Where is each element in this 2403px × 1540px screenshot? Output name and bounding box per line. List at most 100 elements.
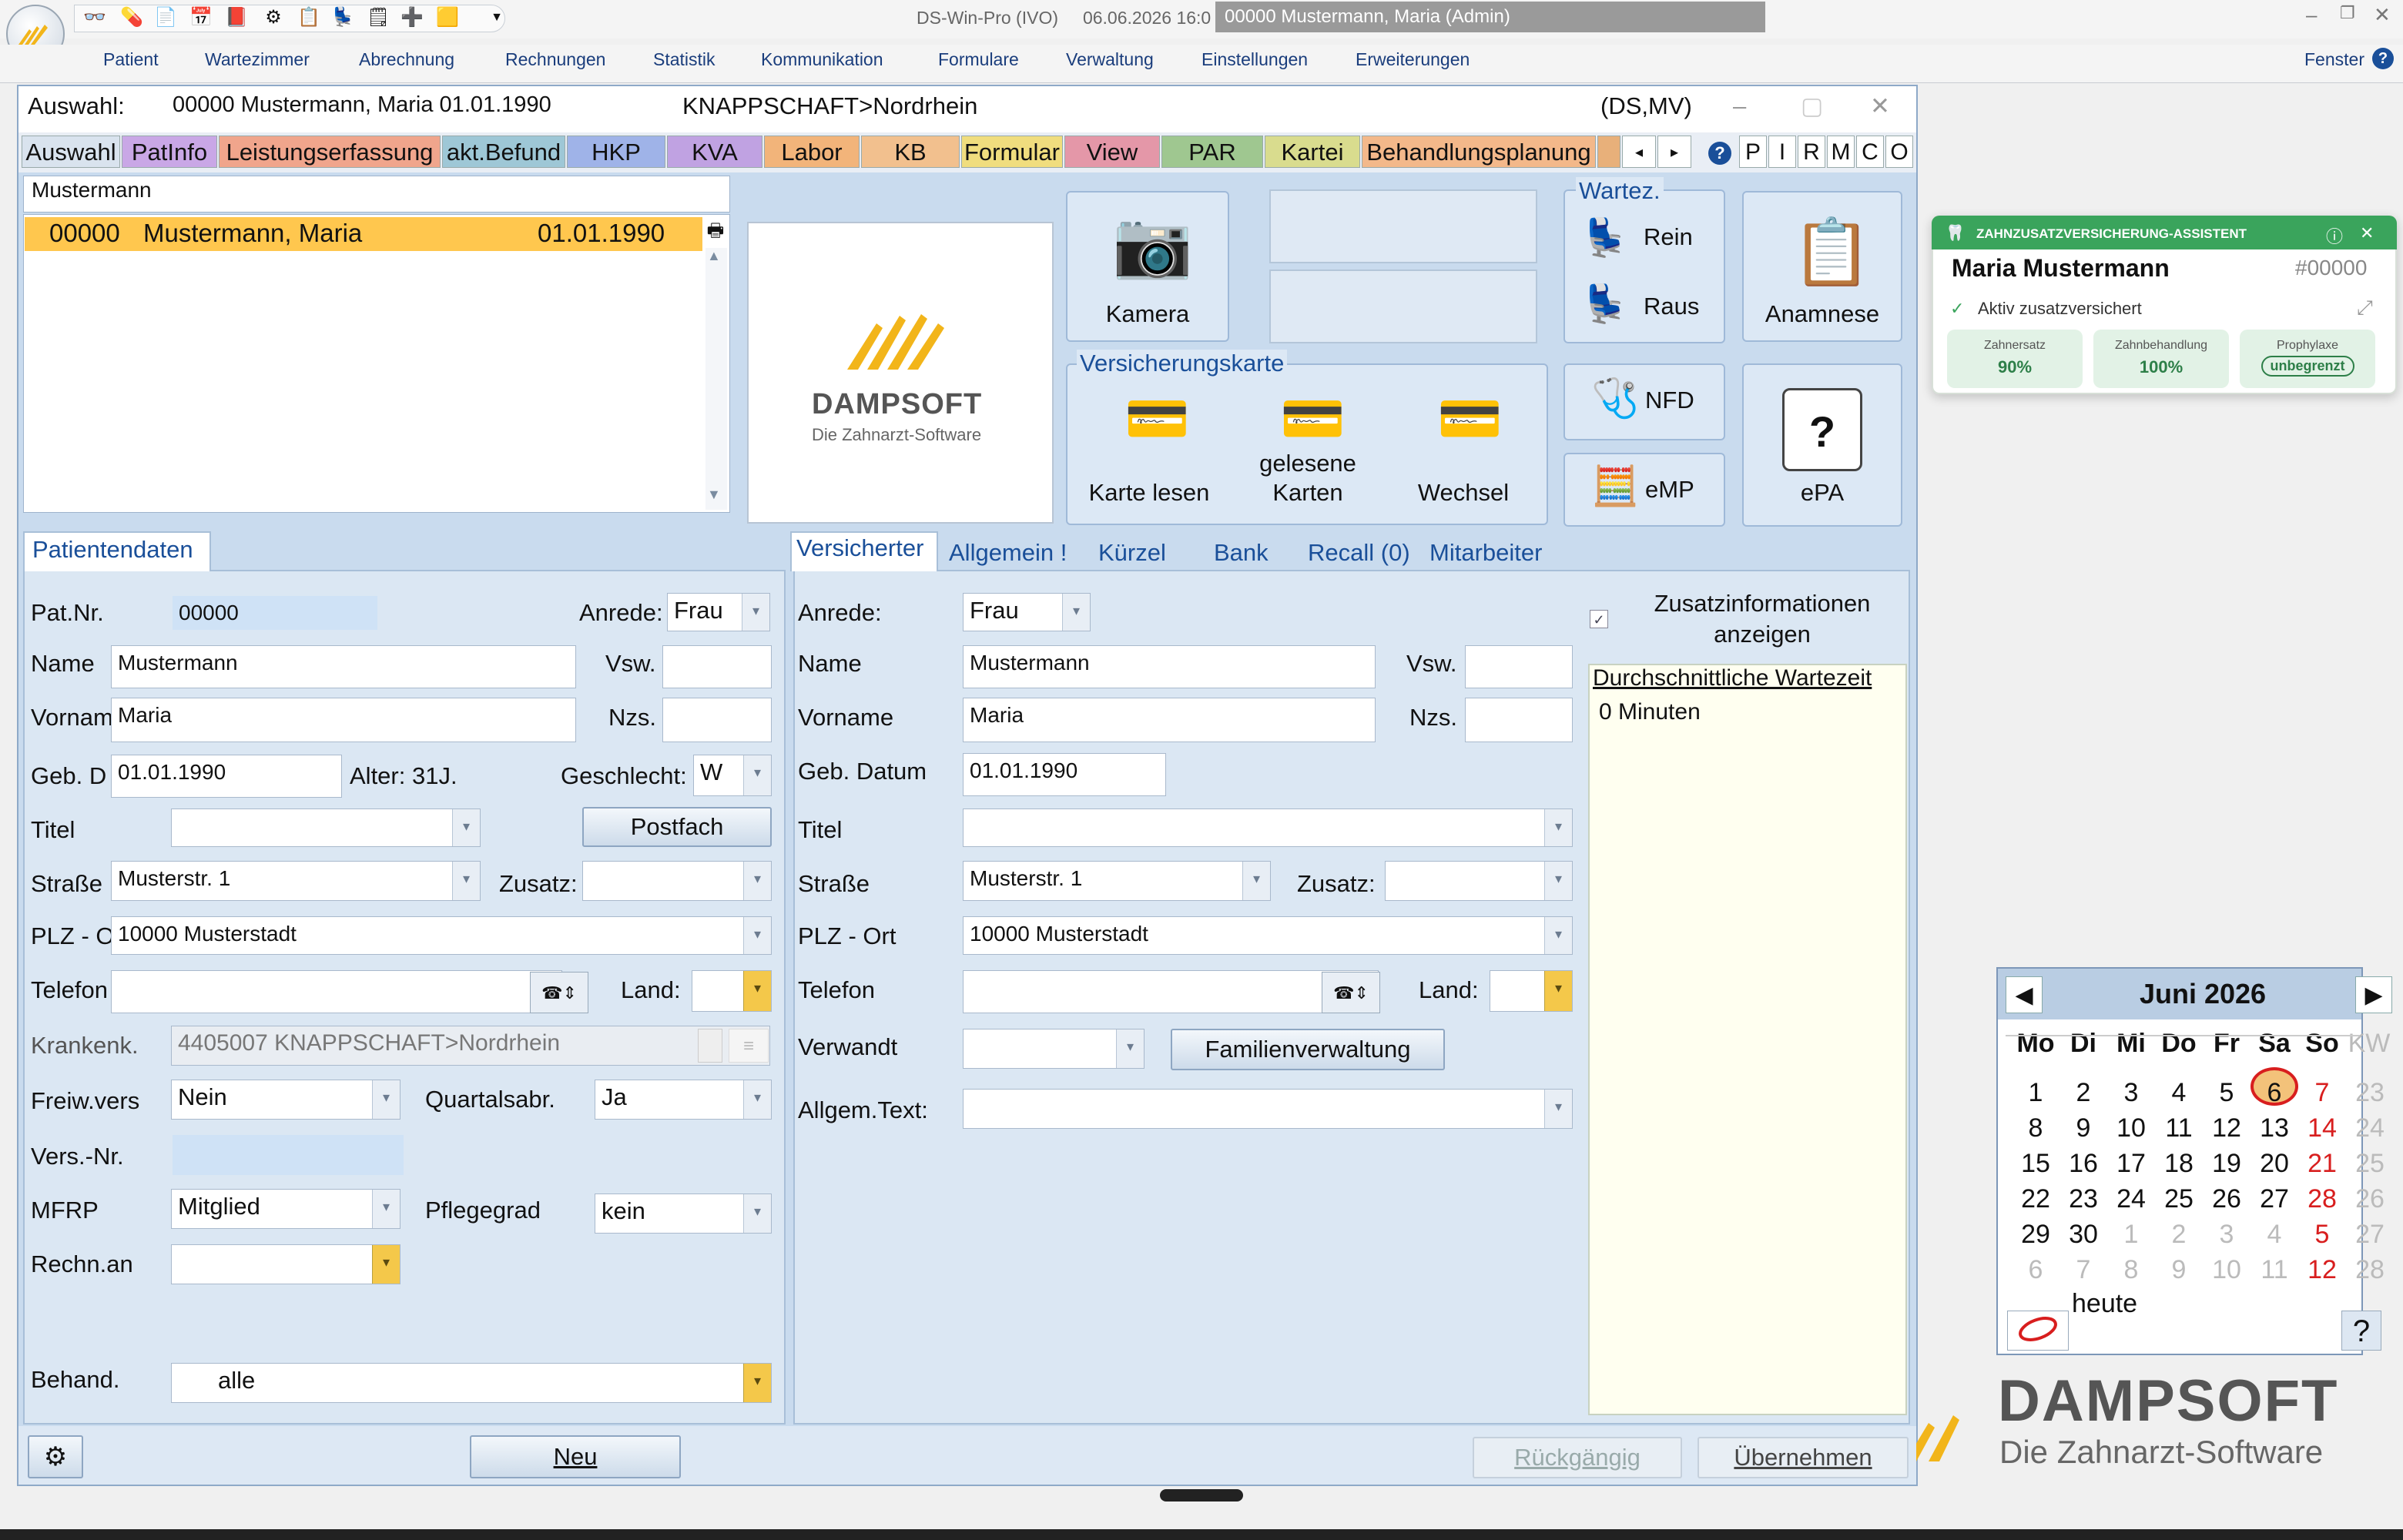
telefon-field[interactable] [111, 970, 562, 1013]
tab-par[interactable]: PAR [1161, 136, 1263, 168]
versnr-field[interactable] [173, 1135, 404, 1175]
calendar-day[interactable]: 25 [2155, 1184, 2203, 1214]
titel-select[interactable]: ▾ [171, 808, 481, 847]
calendar-day[interactable]: 2 [2059, 1078, 2107, 1108]
tab-scroll-left-icon[interactable]: ◂ [1622, 136, 1656, 168]
calendar-day[interactable]: 16 [2059, 1149, 2107, 1179]
freiw-select[interactable]: Nein ▾ [171, 1080, 400, 1120]
menu-fenster[interactable]: Fenster [2304, 49, 2364, 70]
emp-button[interactable] [1563, 453, 1725, 527]
tab-letter-m[interactable]: M [1827, 136, 1855, 168]
zusatzinfo-checkbox[interactable]: ✓ [1590, 610, 1608, 628]
tab-recall[interactable]: Recall (0) [1308, 539, 1410, 567]
calendar-day[interactable]: 30 [2059, 1220, 2107, 1250]
settings-gear-button[interactable]: ⚙ [28, 1435, 83, 1478]
tab-allgemein[interactable]: Allgemein ! [949, 539, 1067, 567]
next-month-icon[interactable]: ▶ [2355, 976, 2392, 1013]
tab-hkp[interactable]: HKP [567, 136, 665, 168]
menu-verwaltung[interactable]: Verwaltung [1066, 49, 1154, 70]
vsw-field[interactable] [662, 645, 772, 688]
rein-button[interactable]: Rein [1644, 223, 1693, 251]
mfrp-select[interactable]: Mitglied ▾ [171, 1189, 400, 1229]
today-button[interactable] [2007, 1311, 2069, 1351]
resize-handle[interactable] [1160, 1489, 1243, 1502]
patient-search-input[interactable]: Mustermann [23, 176, 730, 213]
calendar-day[interactable]: 10 [2107, 1113, 2155, 1143]
rueckgaengig-button[interactable]: Rückgängig [1473, 1437, 1682, 1478]
menu-rechnungen[interactable]: Rechnungen [505, 49, 605, 70]
calendar-day[interactable]: 9 [2155, 1255, 2203, 1285]
calendar-icon[interactable]: 📅 [189, 6, 213, 29]
tab-scroll-right-icon[interactable]: ▸ [1657, 136, 1691, 168]
tab-bank[interactable]: Bank [1214, 539, 1269, 567]
calendar-day[interactable]: 19 [2203, 1149, 2251, 1179]
note-icon[interactable]: 🟨 [436, 6, 459, 29]
v-zusatz-select[interactable]: ▾ [1385, 861, 1573, 901]
chair-icon[interactable]: 💺 [331, 6, 354, 29]
chair-plus-icon[interactable]: 💺 [1582, 216, 1628, 259]
close-icon[interactable]: ✕ [2360, 223, 2374, 243]
tab-kuerzel[interactable]: Kürzel [1098, 539, 1166, 567]
nfd-button[interactable] [1563, 363, 1725, 440]
calendar-day[interactable]: 9 [2059, 1113, 2107, 1143]
close-icon[interactable]: ✕ [2374, 3, 2391, 27]
familienverwaltung-button[interactable]: Familienverwaltung [1171, 1029, 1445, 1070]
tab-view[interactable]: View [1064, 136, 1160, 168]
help-icon[interactable]: ? [2372, 48, 2394, 69]
plz-select[interactable]: 10000 Musterstadt ▾ [111, 916, 772, 955]
vorname-field[interactable]: Maria [111, 698, 576, 742]
strasse-select[interactable]: Musterstr. 1 ▾ [111, 861, 481, 901]
nzs-field[interactable] [662, 698, 772, 742]
scroll-up-icon[interactable]: ▲ [707, 248, 721, 264]
calendar-day[interactable]: 24 [2107, 1184, 2155, 1214]
menu-kommunikation[interactable]: Kommunikation [761, 49, 883, 70]
menu-statistik[interactable]: Statistik [653, 49, 716, 70]
v-verwandt-select[interactable]: ▾ [963, 1029, 1145, 1069]
menu-abrechnung[interactable]: Abrechnung [359, 49, 454, 70]
v-land-select[interactable]: ▾ [1490, 970, 1573, 1012]
calendar-day[interactable]: 26 [2203, 1184, 2251, 1214]
tab-formular[interactable]: Formular [961, 136, 1063, 168]
prev-month-icon[interactable]: ◀ [2006, 976, 2043, 1013]
calendar-day[interactable]: 8 [2012, 1113, 2059, 1143]
menu-formulare[interactable]: Formulare [938, 49, 1019, 70]
calendar-day[interactable]: 27 [2251, 1184, 2298, 1214]
tab-letter-r[interactable]: R [1798, 136, 1825, 168]
menu-wartezimmer[interactable]: Wartezimmer [205, 49, 310, 70]
pills-icon[interactable]: 💊 [120, 6, 143, 29]
v-nzs-field[interactable] [1465, 698, 1573, 742]
v-plz-select[interactable]: 10000 Musterstadt ▾ [963, 916, 1573, 955]
window-minimize-icon[interactable]: – [1733, 92, 1746, 120]
tab-leistungserfassung[interactable]: Leistungserfassung [219, 136, 441, 168]
form-icon[interactable]: 🗒 [367, 6, 390, 29]
tab-kartei[interactable]: Kartei [1265, 136, 1360, 168]
land-select[interactable]: ▾ [692, 970, 772, 1012]
tab-mitarbeiter[interactable]: Mitarbeiter [1429, 539, 1542, 567]
calendar-day[interactable]: 12 [2298, 1255, 2346, 1285]
calendar-day[interactable]: 5 [2298, 1220, 2346, 1250]
calendar-day[interactable]: 13 [2251, 1113, 2298, 1143]
print-icon[interactable]: 🖶 [702, 217, 729, 245]
calendar-day[interactable]: 5 [2203, 1078, 2251, 1108]
tab-letter-p[interactable]: P [1739, 136, 1767, 168]
calendar-day[interactable]: 1 [2012, 1078, 2059, 1108]
calendar-day[interactable]: 11 [2251, 1255, 2298, 1285]
calendar-day[interactable]: 4 [2155, 1078, 2203, 1108]
quartal-select[interactable]: Ja ▾ [595, 1080, 772, 1120]
geschlecht-select[interactable]: W ▾ [693, 755, 772, 796]
info-icon[interactable]: ⓘ [2326, 223, 2343, 248]
calendar-day[interactable]: 23 [2059, 1184, 2107, 1214]
calendar-day[interactable]: 6 [2012, 1255, 2059, 1285]
tab-letter-i[interactable]: I [1768, 136, 1796, 168]
chevron-down-icon[interactable]: ▼ [485, 6, 508, 29]
calendar-day[interactable]: 22 [2012, 1184, 2059, 1214]
neu-button[interactable]: Neu [470, 1435, 681, 1478]
pdf-icon[interactable]: 📕 [225, 6, 248, 29]
calendar-day[interactable]: 2 [2155, 1220, 2203, 1250]
card-list-icon[interactable]: 💳 [1280, 388, 1346, 450]
calendar-day[interactable]: 7 [2059, 1255, 2107, 1285]
tab-behandlungsplanung[interactable]: Behandlungsplanung [1362, 136, 1596, 168]
calendar-day[interactable]: 14 [2298, 1113, 2346, 1143]
postfach-button[interactable]: Postfach [582, 807, 772, 847]
add-icon[interactable]: ➕ [400, 6, 424, 29]
